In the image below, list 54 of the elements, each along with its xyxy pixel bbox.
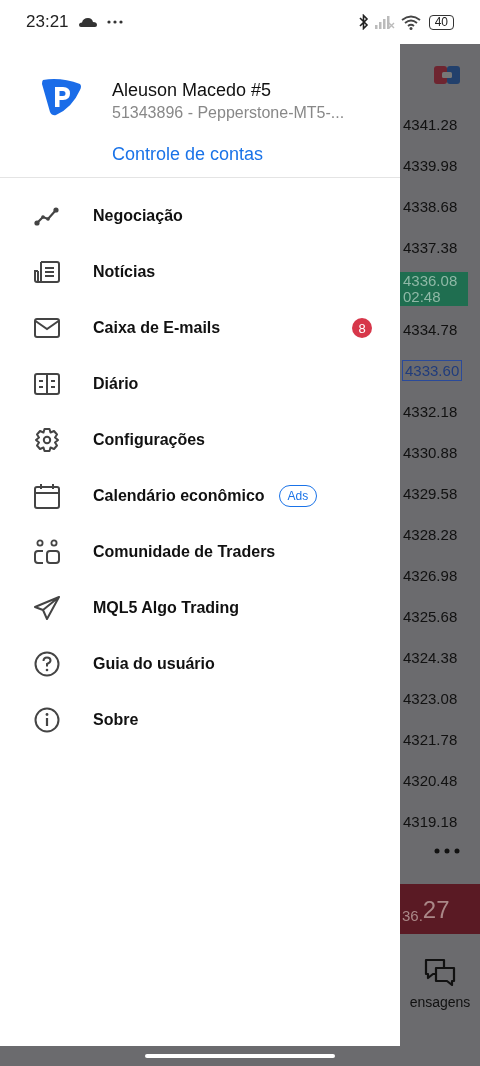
- price-scale-label: 4320.48: [402, 772, 458, 789]
- price-scale-label: 4334.78: [402, 321, 458, 338]
- info-icon: [34, 707, 60, 733]
- menu-item[interactable]: Comunidade de Traders: [0, 524, 400, 580]
- newspaper-icon: [34, 260, 60, 284]
- cloud-icon: [78, 17, 97, 27]
- price-scale-label: 4338.68: [402, 198, 458, 215]
- line-chart-icon: [34, 206, 60, 226]
- people-icon: [34, 539, 60, 565]
- account-control-link[interactable]: Controle de contas: [112, 144, 264, 165]
- settings-icon: [34, 427, 60, 453]
- book-icon: [34, 373, 60, 395]
- status-time: 23:21: [26, 12, 69, 32]
- logo-icon: [40, 78, 82, 116]
- price-scale-label: 4337.38: [402, 239, 458, 256]
- account-server: 51343896 - Pepperstone-MT5-...: [112, 103, 345, 123]
- price-scale-label: 4326.98: [402, 567, 458, 584]
- menu-item[interactable]: Notícias: [0, 244, 400, 300]
- price-scale-label: 4329.58: [402, 485, 458, 502]
- menu-item[interactable]: Negociação: [0, 188, 400, 244]
- price-scale-label: 4321.78: [402, 731, 458, 748]
- menu-item[interactable]: MQL5 Algo Trading: [0, 580, 400, 636]
- current-price-label: 4336.08 02:48: [400, 271, 468, 306]
- price-scale-label: 4341.28: [402, 116, 458, 133]
- help-icon: [34, 651, 60, 677]
- more-icon: [434, 848, 460, 854]
- price-scale-label: 4319.18: [402, 813, 458, 830]
- bluetooth-icon: [358, 14, 369, 30]
- price-scale-label: 4328.28: [402, 526, 458, 543]
- chat-icon: [424, 958, 456, 986]
- wifi-icon: [400, 14, 421, 30]
- mail-icon: [34, 318, 60, 338]
- more-icon: [106, 20, 123, 24]
- menu-item[interactable]: Caixa de E-mails 8: [0, 300, 400, 356]
- calendar-icon: [34, 483, 60, 509]
- paper-plane-icon: [34, 596, 60, 620]
- home-indicator[interactable]: [145, 1054, 335, 1058]
- ask-price-label: 4333.60: [402, 360, 463, 381]
- menu-item[interactable]: Configurações: [0, 412, 400, 468]
- price-scale-label: 4339.98: [402, 157, 458, 174]
- battery-indicator: 40: [428, 14, 454, 30]
- menu-item[interactable]: Guia do usuário: [0, 636, 400, 692]
- menu-item[interactable]: Calendário econômico Ads: [0, 468, 400, 524]
- price-scale-label: 4323.08: [402, 690, 458, 707]
- account-name: Aleuson Macedo #5: [112, 79, 273, 102]
- price-scale-label: 4330.88: [402, 444, 458, 461]
- price-scale-label: 4325.68: [402, 608, 458, 625]
- price-scale-label: 4324.38: [402, 649, 458, 666]
- unread-count-badge: 8: [352, 318, 372, 338]
- menu-item[interactable]: Diário: [0, 356, 400, 412]
- messages-tab[interactable]: ensagens: [400, 958, 480, 1010]
- menu-item[interactable]: Sobre: [0, 692, 400, 748]
- price-scale-label: 4332.18: [402, 403, 458, 420]
- signal-icon: [374, 15, 395, 29]
